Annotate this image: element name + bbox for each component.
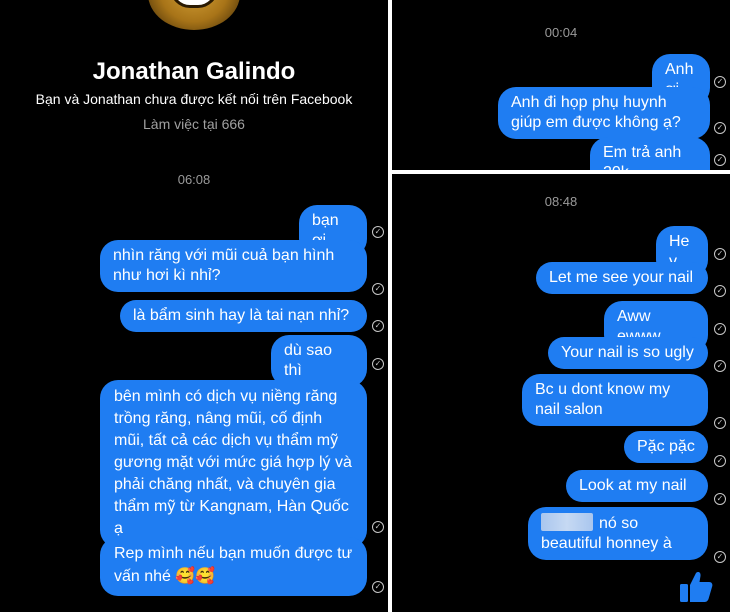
read-receipt-icon: ✓ — [714, 493, 726, 505]
read-receipt-icon: ✓ — [372, 358, 384, 370]
message-bubble[interactable]: Em trả anh 20k — [590, 137, 710, 170]
message-bubble[interactable]: Anh đi họp phụ huynh giúp em được không … — [498, 87, 710, 139]
smiling-face-with-hearts-emoji: 🥰🥰 — [175, 566, 216, 585]
message-bubble[interactable]: Look at my nail — [566, 470, 708, 502]
chat-timestamp: 00:04 — [544, 25, 578, 40]
message-bubble[interactable]: Your nail is so ugly — [548, 337, 708, 369]
message-bubble[interactable]: bên mình có dịch vụ niềng răng trồng răn… — [100, 380, 367, 548]
message-bubble[interactable]: Rep mình nếu bạn muốn được tư vấn nhé 🥰🥰 — [100, 537, 367, 596]
message-bubble[interactable]: nó so beautiful honney à — [528, 507, 708, 560]
read-receipt-icon: ✓ — [714, 455, 726, 467]
left-chat-panel: Jonathan Galindo Bạn và Jonathan chưa đư… — [0, 0, 388, 612]
profile-name: Jonathan Galindo — [92, 58, 296, 85]
right-top-chat-panel: 00:04 Anh ơi ✓ Anh đi họp phụ huynh giúp… — [392, 0, 730, 170]
message-bubble[interactable]: Let me see your nail — [536, 262, 708, 294]
message-bubble[interactable]: nhìn răng với mũi cuả bạn hình như hơi k… — [100, 240, 367, 292]
thumbs-up-icon[interactable] — [678, 569, 714, 605]
blurred-name — [541, 513, 593, 531]
chat-timestamp: 06:08 — [177, 172, 211, 187]
read-receipt-icon: ✓ — [372, 283, 384, 295]
profile-subtitle: Bạn và Jonathan chưa được kết nối trên F… — [35, 91, 353, 107]
read-receipt-icon: ✓ — [714, 360, 726, 372]
read-receipt-icon: ✓ — [714, 551, 726, 563]
message-bubble[interactable]: là bẩm sinh hay là tai nạn nhỉ? — [120, 300, 367, 332]
read-receipt-icon: ✓ — [372, 226, 384, 238]
read-receipt-icon: ✓ — [714, 154, 726, 166]
read-receipt-icon: ✓ — [372, 581, 384, 593]
right-bottom-chat-panel: 08:48 Hey ✓ Let me see your nail ✓ Aww e… — [392, 174, 730, 612]
avatar[interactable] — [148, 0, 240, 30]
read-receipt-icon: ✓ — [714, 248, 726, 260]
message-bubble[interactable]: Pặc pặc — [624, 431, 708, 463]
message-bubble[interactable]: Bc u dont know my nail salon — [522, 374, 708, 426]
read-receipt-icon: ✓ — [372, 320, 384, 332]
read-receipt-icon: ✓ — [714, 122, 726, 134]
profile-work: Làm việc tại 666 — [143, 116, 245, 132]
read-receipt-icon: ✓ — [714, 285, 726, 297]
read-receipt-icon: ✓ — [714, 417, 726, 429]
chat-timestamp: 08:48 — [544, 194, 578, 209]
read-receipt-icon: ✓ — [714, 323, 726, 335]
read-receipt-icon: ✓ — [714, 76, 726, 88]
read-receipt-icon: ✓ — [372, 521, 384, 533]
message-text: Rep mình nếu bạn muốn được tư vấn nhé — [114, 545, 353, 585]
